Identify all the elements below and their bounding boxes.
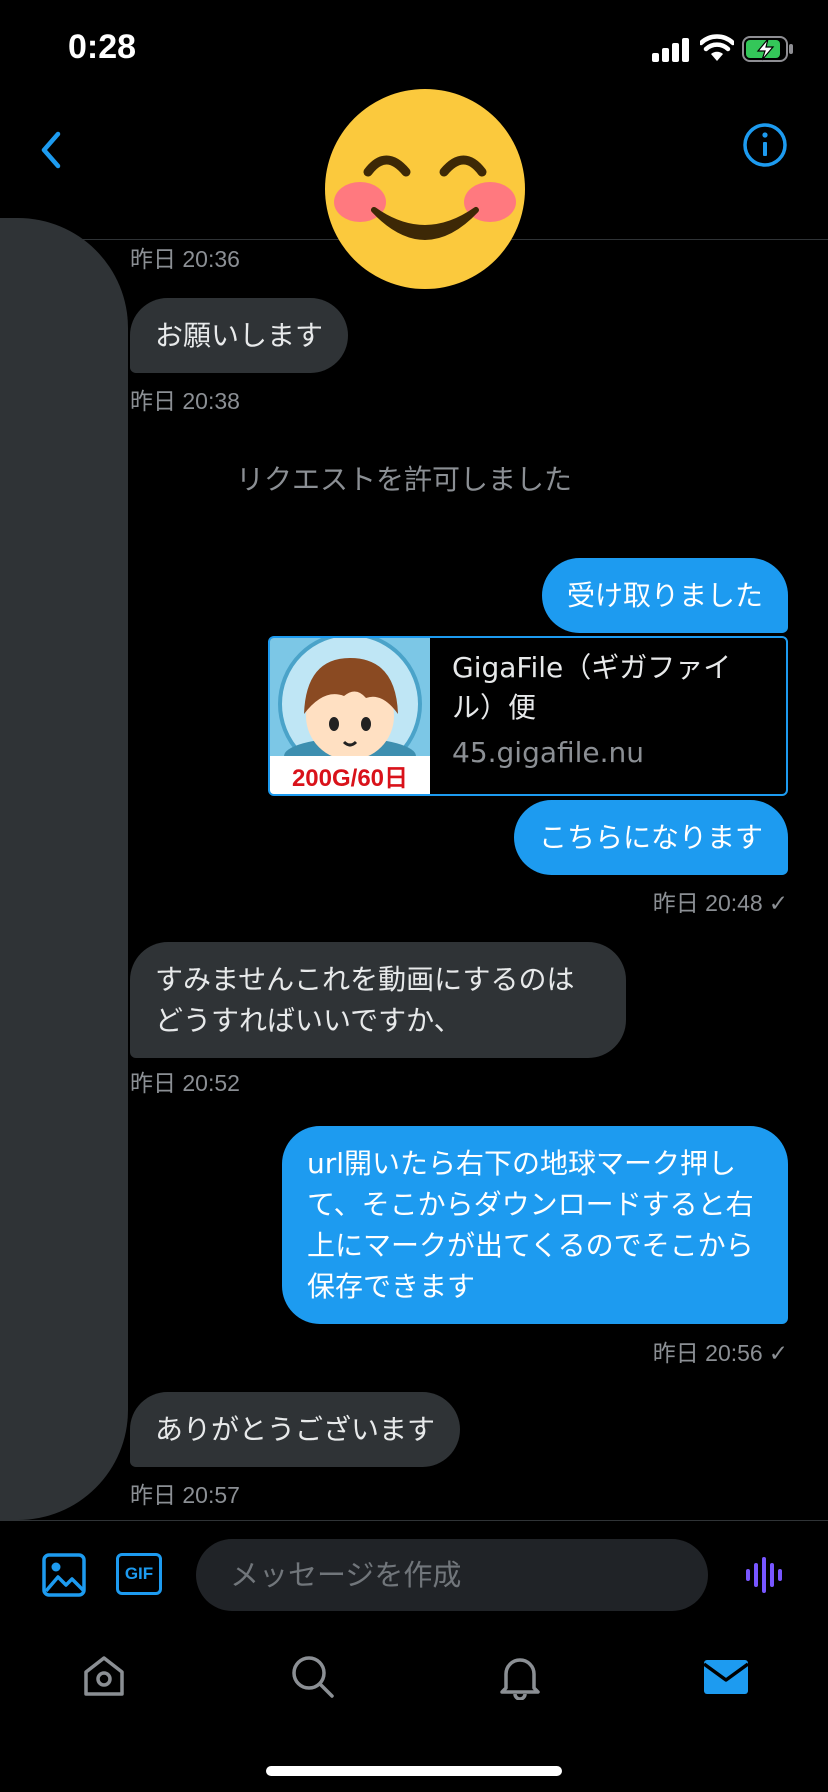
sent-check-icon: ✓: [768, 1340, 788, 1366]
side-panel-overlay: [0, 218, 128, 1520]
search-tab-icon[interactable]: [288, 1652, 336, 1700]
avatar[interactable]: [322, 86, 528, 292]
sent-check-icon: ✓: [768, 890, 788, 916]
notifications-tab-icon[interactable]: [496, 1652, 544, 1700]
message-bubble-incoming[interactable]: すみませんこれを動画にするのは どうすればいいですか、: [130, 942, 626, 1058]
message-bubble-incoming[interactable]: お願いします: [130, 298, 349, 373]
message-composer: GIF: [0, 1520, 828, 1626]
status-time: 0:28: [68, 28, 137, 66]
cellular-signal-icon: [652, 38, 692, 62]
message-bubble-outgoing[interactable]: url開いたら右下の地球マーク押して、そこからダウンロードすると右上にマークが出…: [282, 1126, 788, 1324]
message-bubble-outgoing[interactable]: 受け取りました: [541, 558, 788, 633]
link-domain: 45.gigafile.nu: [452, 736, 645, 769]
image-icon[interactable]: [42, 1553, 86, 1597]
message-timestamp: 昨日 20:36: [130, 246, 240, 272]
message-bubble-incoming[interactable]: ありがとうございます: [130, 1392, 461, 1467]
thumbnail-caption: 200G/60日: [291, 765, 409, 792]
home-indicator: [266, 1766, 562, 1776]
message-timestamp: 昨日 20:52: [130, 1070, 240, 1096]
message-timestamp: 昨日 20:38: [130, 388, 240, 414]
link-title: GigaFile（ギガファイル）便: [452, 651, 732, 724]
info-icon[interactable]: [740, 120, 790, 170]
message-timestamp: 昨日 20:56 ✓: [653, 1334, 788, 1368]
message-input[interactable]: [196, 1539, 708, 1611]
wifi-icon: [700, 34, 734, 61]
message-bubble-outgoing[interactable]: こちらになります: [513, 800, 788, 875]
timestamp-text: 昨日 20:56: [652, 1340, 763, 1366]
battery-charging-icon: [742, 36, 793, 62]
back-chevron-icon[interactable]: [30, 120, 70, 180]
voice-message-icon[interactable]: [744, 1555, 784, 1595]
conversation-header: [0, 89, 828, 289]
gif-button[interactable]: GIF: [116, 1553, 162, 1595]
link-thumbnail-image: 200G/60日: [270, 638, 430, 794]
message-timestamp: 昨日 20:57: [130, 1482, 240, 1508]
messages-tab-icon[interactable]: [702, 1652, 750, 1700]
message-timestamp: 昨日 20:48 ✓: [653, 884, 788, 918]
system-notice: リクエストを許可しました: [236, 463, 573, 496]
link-preview-card[interactable]: 200G/60日 GigaFile（ギガファイル）便 45.gigafile.n…: [268, 636, 788, 796]
bottom-tab-bar: [0, 1626, 828, 1792]
status-bar: 0:28: [0, 0, 828, 100]
timestamp-text: 昨日 20:48: [652, 890, 763, 916]
home-tab-icon[interactable]: [80, 1652, 128, 1700]
